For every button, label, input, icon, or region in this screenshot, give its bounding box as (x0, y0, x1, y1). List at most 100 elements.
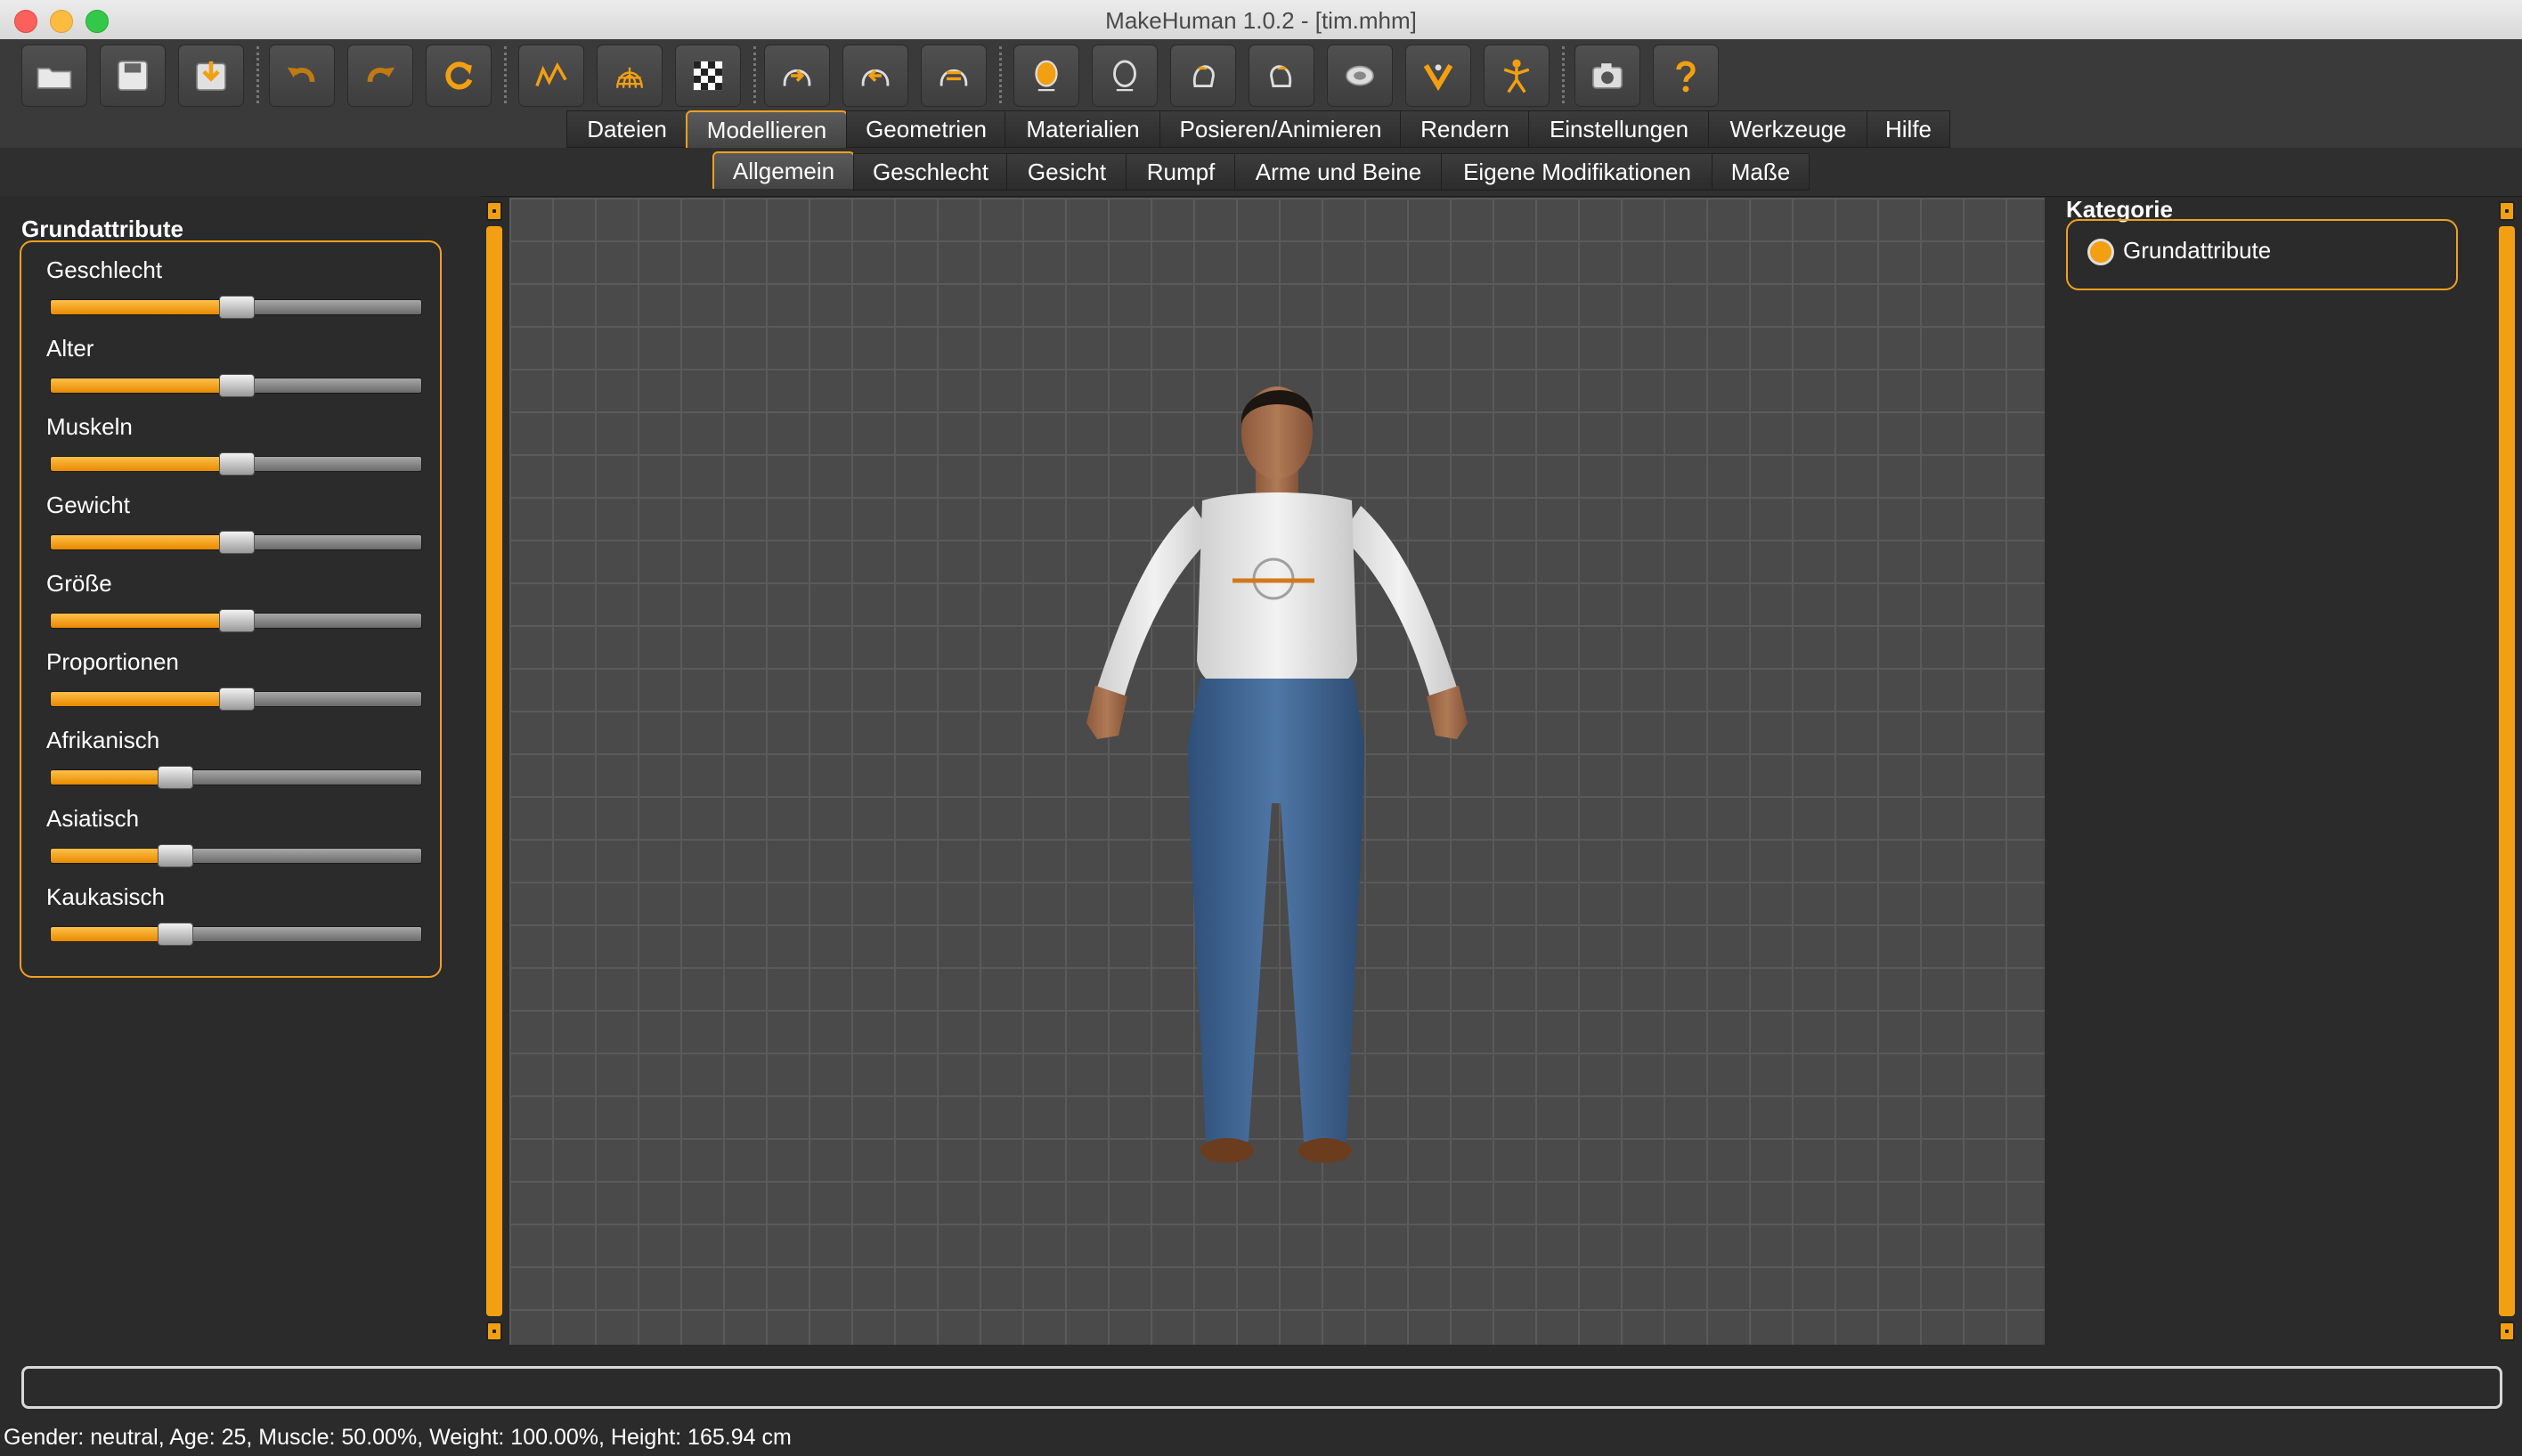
smooth-button[interactable] (518, 45, 584, 107)
pose-figure-icon (1503, 59, 1530, 94)
radio-label[interactable]: Grundattribute (2123, 237, 2271, 264)
subtab-gesicht[interactable]: Gesicht (1006, 153, 1127, 191)
head-front-icon (1035, 60, 1058, 92)
tab-modellieren[interactable]: Modellieren (686, 110, 848, 148)
save-icon (118, 61, 148, 91)
head-left-button[interactable] (1170, 45, 1236, 107)
redo-icon (367, 67, 395, 83)
slider-gewicht[interactable]: Gewicht (46, 492, 422, 570)
slider-label: Asiatisch (46, 805, 140, 832)
slider-label: Gewicht (46, 492, 130, 518)
slider-label: Proportionen (46, 648, 179, 675)
top-view-button[interactable] (1327, 45, 1393, 107)
scroll-down-button[interactable] (486, 1322, 502, 1341)
scroll-up-button[interactable] (486, 201, 502, 221)
bottom-view-button[interactable] (1405, 45, 1471, 107)
slider-fill (51, 535, 236, 549)
slider-geschlecht[interactable]: Geschlecht (46, 256, 422, 335)
slider-asiatisch[interactable]: Asiatisch (46, 805, 422, 883)
slider-track[interactable] (50, 766, 422, 789)
tab-geometrien[interactable]: Geometrien (846, 110, 1006, 148)
slider-track[interactable] (50, 844, 422, 867)
head-back-button[interactable] (1092, 45, 1158, 107)
undo-button[interactable] (269, 45, 335, 107)
subtab-eigene-modifikationen[interactable]: Eigene Modifikationen (1441, 153, 1713, 191)
slider-fill (51, 378, 236, 393)
slider-label: Größe (46, 570, 112, 597)
slider-track[interactable] (50, 609, 422, 632)
slider-handle[interactable] (219, 374, 255, 397)
slider-label: Afrikanisch (46, 727, 160, 753)
slider-handle[interactable] (157, 923, 193, 946)
tab-posieren-animieren[interactable]: Posieren/Animieren (1159, 110, 1402, 148)
wireframe-icon (616, 67, 643, 88)
tab-werkzeuge[interactable]: Werkzeuge (1708, 110, 1868, 148)
slider-handle[interactable] (219, 687, 255, 711)
scroll-down-button[interactable] (2499, 1322, 2515, 1341)
top-view-icon (1346, 65, 1374, 86)
toolbar-separator (256, 46, 259, 103)
sub-tab-bar: Allgemein Geschlecht Gesicht Rumpf Arme … (0, 148, 2522, 197)
toolbar-separator (753, 46, 756, 103)
smooth-icon (535, 61, 567, 87)
slider-muskeln[interactable]: Muskeln (46, 413, 422, 492)
slider-track[interactable] (50, 687, 422, 711)
save-button[interactable] (100, 45, 166, 107)
pose-button[interactable] (1484, 45, 1550, 107)
subtab-masse[interactable]: Maße (1712, 153, 1810, 191)
subtab-geschlecht[interactable]: Geschlecht (853, 153, 1008, 191)
export-button[interactable] (178, 45, 244, 107)
slider-afrikanisch[interactable]: Afrikanisch (46, 727, 422, 805)
head-back-icon (1113, 60, 1136, 92)
help-button[interactable] (1653, 45, 1719, 107)
slider-alter[interactable]: Alter (46, 335, 422, 413)
main-tab-bar: Dateien Modellieren Geometrien Materiali… (0, 107, 2522, 148)
right-scrollbar[interactable] (2499, 226, 2515, 1316)
tab-materialien[interactable]: Materialien (1005, 110, 1161, 148)
slider-fill (51, 927, 175, 941)
head-right-button[interactable] (1249, 45, 1314, 107)
scroll-up-button[interactable] (2499, 201, 2515, 221)
front-view-button[interactable] (764, 45, 830, 107)
subtab-rumpf[interactable]: Rumpf (1126, 153, 1236, 191)
head-front-button[interactable] (1013, 45, 1079, 107)
tab-einstellungen[interactable]: Einstellungen (1528, 110, 1710, 148)
window-title: MakeHuman 1.0.2 - [tim.mhm] (1105, 7, 1417, 34)
slider-handle[interactable] (157, 844, 193, 867)
slider-track[interactable] (50, 374, 422, 397)
right-panel: Kategorie Grundattribute (2048, 196, 2494, 1345)
background-checker-icon (693, 61, 723, 91)
slider-track[interactable] (50, 452, 422, 476)
screenshot-button[interactable] (1574, 45, 1640, 107)
slider-handle[interactable] (219, 452, 255, 476)
slider-track[interactable] (50, 531, 422, 554)
back-view-button[interactable] (842, 45, 908, 107)
background-button[interactable] (675, 45, 741, 107)
slider-track[interactable] (50, 296, 422, 319)
open-button[interactable] (21, 45, 87, 107)
slider-groesse[interactable]: Größe (46, 570, 422, 648)
radio-button-grundattribute[interactable] (2087, 239, 2114, 265)
help-icon (1676, 61, 1696, 93)
wireframe-button[interactable] (597, 45, 663, 107)
3d-viewport[interactable] (509, 198, 2045, 1345)
left-scrollbar[interactable] (486, 226, 502, 1316)
reset-button[interactable] (426, 45, 492, 107)
slider-handle[interactable] (219, 609, 255, 632)
category-group: Grundattribute (2066, 219, 2458, 290)
redo-button[interactable] (347, 45, 413, 107)
slider-handle[interactable] (219, 296, 255, 319)
slider-handle[interactable] (157, 766, 193, 789)
side-view-button[interactable] (921, 45, 987, 107)
tab-rendern[interactable]: Rendern (1400, 110, 1530, 148)
slider-track[interactable] (50, 923, 422, 946)
slider-proportionen[interactable]: Proportionen (46, 648, 422, 727)
slider-fill (51, 614, 236, 628)
slider-kaukasisch[interactable]: Kaukasisch (46, 883, 422, 962)
toolbar-separator (999, 46, 1002, 103)
tab-hilfe[interactable]: Hilfe (1867, 110, 1950, 148)
tab-dateien[interactable]: Dateien (566, 110, 687, 148)
subtab-allgemein[interactable]: Allgemein (712, 151, 855, 189)
slider-handle[interactable] (219, 531, 255, 554)
subtab-arme-und-beine[interactable]: Arme und Beine (1234, 153, 1443, 191)
